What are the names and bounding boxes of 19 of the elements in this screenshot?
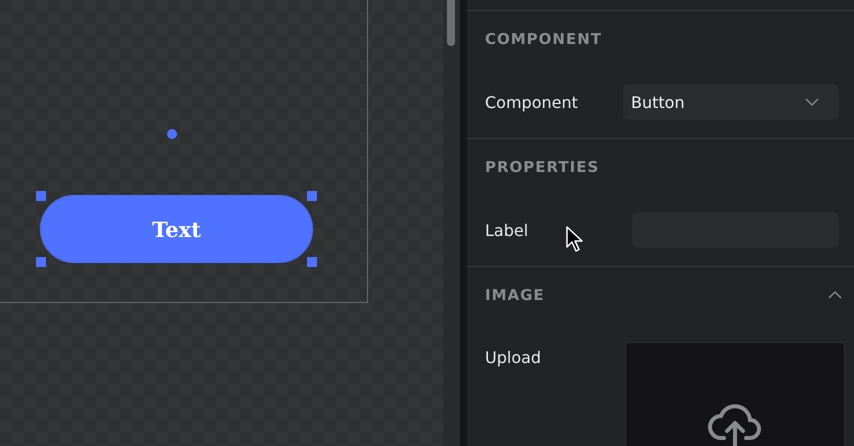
section-title: IMAGE — [485, 286, 545, 304]
pointer-cursor-icon — [565, 225, 585, 253]
field-label: Label — [485, 220, 528, 240]
collapse-chevron-icon[interactable] — [828, 290, 842, 298]
field-label: Component — [485, 92, 578, 112]
canvas-button[interactable]: Text — [41, 196, 312, 262]
component-dropdown[interactable]: Button — [623, 84, 839, 120]
field-label: Upload — [485, 348, 542, 367]
anchor-dot — [167, 129, 177, 139]
resize-handle[interactable] — [307, 191, 317, 201]
resize-handle[interactable] — [307, 257, 317, 267]
upload-dropzone[interactable] — [625, 342, 845, 446]
panel-splitter[interactable] — [460, 0, 467, 446]
section-title: PROPERTIES — [485, 158, 600, 176]
resize-handle[interactable] — [36, 257, 46, 267]
scrollbar-thumb[interactable] — [447, 0, 455, 46]
resize-handle[interactable] — [36, 191, 46, 201]
section-title: COMPONENT — [485, 30, 602, 48]
chevron-down-icon[interactable] — [805, 98, 819, 106]
